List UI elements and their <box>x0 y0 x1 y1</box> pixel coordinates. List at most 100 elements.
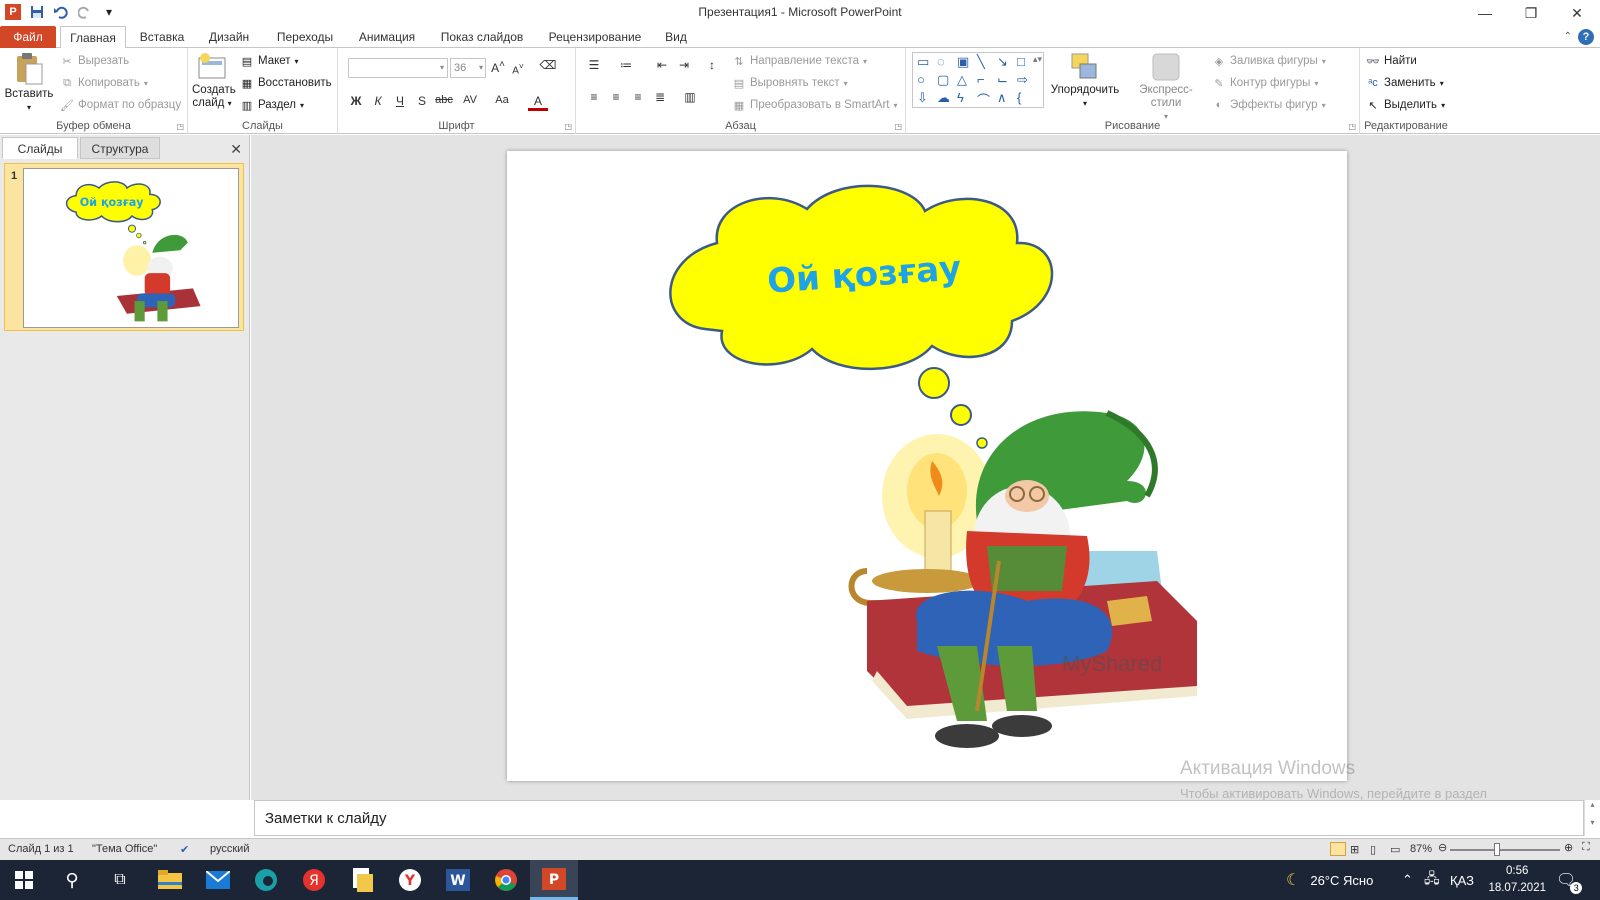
align-center-icon[interactable]: ≡ <box>606 90 626 104</box>
shape-curve-icon[interactable]: ∧ <box>997 90 1007 106</box>
close-icon[interactable]: ✕ <box>1554 0 1600 26</box>
slide-canvas[interactable]: Ой қозғау MyShared <box>507 151 1347 781</box>
shape-roundrect-icon[interactable]: ▢ <box>937 72 949 88</box>
font-color-button[interactable]: A <box>528 94 548 111</box>
shrink-font-button[interactable]: A˅ <box>508 61 528 76</box>
arrange-button[interactable]: Упорядочить ▾ <box>1048 52 1122 110</box>
shape-lightning-icon[interactable]: ϟ <box>957 90 964 105</box>
document-icon[interactable] <box>338 860 386 900</box>
change-case-button[interactable]: Aa <box>492 94 512 106</box>
align-left-icon[interactable]: ≡ <box>584 90 604 104</box>
shape-line-icon[interactable]: ╲ <box>977 54 985 70</box>
zoom-in-icon[interactable]: ⊕ <box>1564 841 1573 854</box>
shapes-gallery[interactable]: ▭ ◌ ▣ ╲ ↘ □ ○ ▢ △ ⌐ ⌙ ⇨ ⇩ ☁ ϟ ⌒ ∧ { ▴▾ <box>912 52 1044 108</box>
tab-slides[interactable]: Слайды <box>2 137 78 159</box>
shape-callout-icon[interactable]: ◌ <box>937 54 945 69</box>
replace-button[interactable]: ᵃc Заменить ▾ <box>1366 76 1444 90</box>
slide-thumbnail[interactable]: Ой қозғау <box>23 168 239 328</box>
shape-right-arrow-icon[interactable]: ⇨ <box>1017 72 1028 88</box>
bullets-icon[interactable]: ☰ <box>584 58 604 72</box>
smartart-button[interactable]: ▦ Преобразовать в SmartArt ▾ <box>732 98 898 112</box>
tab-review[interactable]: Рецензирование <box>540 26 650 48</box>
format-painter-button[interactable]: 🖌 Формат по образцу <box>60 98 181 112</box>
layout-button[interactable]: ▤ Макет ▾ <box>240 54 299 68</box>
shape-triangle-icon[interactable]: △ <box>957 72 967 88</box>
shape-freeform-icon[interactable]: ☁ <box>937 90 950 106</box>
decrease-indent-icon[interactable]: ⇤ <box>652 58 672 72</box>
notifications-icon[interactable]: 🗨 3 <box>1556 860 1583 900</box>
tab-animation[interactable]: Анимация <box>352 26 422 48</box>
network-icon[interactable]: 🖧 <box>1424 860 1440 900</box>
reset-button[interactable]: ▦ Восстановить <box>240 76 332 90</box>
file-explorer-icon[interactable] <box>146 860 194 900</box>
align-right-icon[interactable]: ≡ <box>628 90 648 104</box>
start-icon[interactable] <box>0 860 48 900</box>
columns-icon[interactable]: ▥ <box>680 90 700 104</box>
font-size-combo[interactable]: 36 ▾ <box>450 58 486 78</box>
shape-outline-button[interactable]: ✎ Контур фигуры ▾ <box>1212 76 1318 90</box>
tab-view[interactable]: Вид <box>658 26 694 48</box>
shape-effects-button[interactable]: ◐ Эффекты фигур ▾ <box>1212 98 1326 112</box>
shapes-scroll-icon[interactable]: ▴▾ <box>1033 54 1042 65</box>
shape-image-icon[interactable]: ▣ <box>957 54 969 70</box>
zoom-out-icon[interactable]: ⊖ <box>1438 841 1447 854</box>
cut-button[interactable]: ✂ Вырезать <box>60 54 129 68</box>
drawing-launcher-icon[interactable]: ◳ <box>1348 122 1356 131</box>
panel-close-icon[interactable]: ✕ <box>230 141 242 158</box>
minimize-ribbon-icon[interactable]: ⌃ <box>1564 31 1572 45</box>
char-spacing-button[interactable]: AV <box>460 94 480 106</box>
keyboard-language[interactable]: ҚАЗ <box>1450 860 1474 900</box>
spellcheck-icon[interactable]: ✔ <box>180 843 189 856</box>
thought-bubble[interactable]: Ой қозғау <box>669 184 1054 371</box>
italic-button[interactable]: К <box>368 94 388 108</box>
tab-design[interactable]: Дизайн <box>198 26 260 48</box>
find-button[interactable]: 👓 Найти <box>1366 54 1417 68</box>
shadow-button[interactable]: S <box>412 94 432 108</box>
notes-scrollbar[interactable]: ▴ ▾ <box>1584 800 1600 836</box>
chrome-icon[interactable] <box>482 860 530 900</box>
status-theme[interactable]: "Тема Office" <box>92 843 157 855</box>
taskbar-clock[interactable]: 0:56 18.07.2021 <box>1488 863 1546 897</box>
new-slide-button[interactable]: Создать слайд ▾ <box>192 52 236 110</box>
task-view-icon[interactable]: ⧉ <box>96 860 144 900</box>
normal-view-icon[interactable] <box>1330 842 1346 856</box>
gnome-illustration[interactable]: MyShared <box>848 410 1198 748</box>
tab-file[interactable]: Файл <box>0 26 56 48</box>
status-language[interactable]: русский <box>210 843 249 855</box>
minimize-icon[interactable]: — <box>1462 0 1508 26</box>
zoom-slider[interactable] <box>1450 849 1560 851</box>
help-icon[interactable]: ? <box>1578 29 1594 45</box>
tab-outline[interactable]: Структура <box>80 137 160 159</box>
shape-arc-icon[interactable]: ⌒ <box>977 90 990 109</box>
tray-chevron-icon[interactable]: ⌃ <box>1402 860 1413 900</box>
shape-connector-icon[interactable]: ⌐ <box>977 72 985 87</box>
line-spacing-icon[interactable]: ↕ <box>702 58 722 72</box>
increase-indent-icon[interactable]: ⇥ <box>674 58 694 72</box>
word-icon[interactable]: W <box>434 860 482 900</box>
shape-down-arrow-icon[interactable]: ⇩ <box>917 90 928 106</box>
weather-widget[interactable]: ☾ 26°C Ясно <box>1286 860 1373 900</box>
section-button[interactable]: ▥ Раздел ▾ <box>240 98 304 112</box>
strikethrough-button[interactable]: abc <box>434 94 454 106</box>
yandex-browser-icon[interactable]: Я <box>290 860 338 900</box>
tab-home[interactable]: Главная <box>60 26 126 49</box>
text-direction-button[interactable]: ⇅ Направление текста ▾ <box>732 54 867 68</box>
paste-button[interactable]: Вставить ▾ <box>4 52 54 114</box>
grow-font-button[interactable]: A˄ <box>488 59 508 75</box>
shape-elbow-icon[interactable]: ⌙ <box>997 72 1008 88</box>
tab-insert[interactable]: Вставка <box>132 26 192 48</box>
search-icon[interactable]: ⚲ <box>48 860 96 900</box>
paragraph-launcher-icon[interactable]: ◳ <box>894 122 902 131</box>
zoom-slider-thumb[interactable] <box>1494 843 1500 856</box>
zoom-level[interactable]: 87% <box>1410 843 1432 855</box>
clipboard-launcher-icon[interactable]: ◳ <box>176 122 184 131</box>
tab-slideshow[interactable]: Показ слайдов <box>436 26 528 48</box>
underline-button[interactable]: Ч <box>390 94 410 108</box>
slide-thumbnail-selected[interactable]: 1 Ой қозғау <box>4 163 244 331</box>
shape-fill-button[interactable]: ◈ Заливка фигуры ▾ <box>1212 54 1326 68</box>
tab-transitions[interactable]: Переходы <box>270 26 340 48</box>
reading-view-icon[interactable]: ▯ <box>1370 843 1376 856</box>
clear-format-icon[interactable]: ⌫ <box>538 58 558 72</box>
mail-icon[interactable] <box>194 860 242 900</box>
numbering-icon[interactable]: ≔ <box>616 58 636 72</box>
